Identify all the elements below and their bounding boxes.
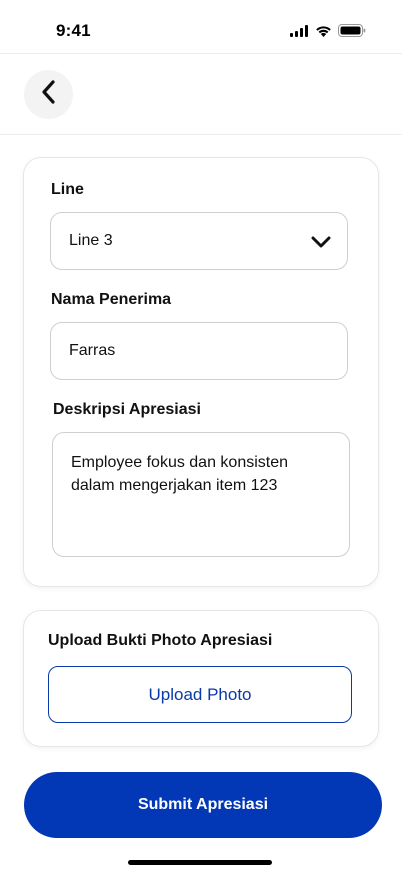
battery-icon: [338, 24, 366, 42]
status-icons: [290, 24, 366, 42]
recipient-input-value: Farras: [69, 342, 116, 359]
recipient-label: Nama Penerima: [51, 291, 172, 308]
home-indicator: [128, 860, 272, 865]
line-label: Line: [51, 181, 84, 198]
signal-icon: [290, 24, 309, 42]
back-button[interactable]: [24, 70, 73, 119]
upload-photo-button[interactable]: Upload Photo: [48, 666, 352, 723]
line-select-value: Line 3: [69, 232, 113, 249]
chevron-left-icon: [41, 79, 57, 110]
nav-bar: [0, 54, 402, 135]
line-select[interactable]: Line 3: [50, 212, 348, 270]
recipient-input[interactable]: Farras: [50, 322, 348, 380]
description-label: Deskripsi Apresiasi: [53, 401, 201, 418]
wifi-icon: [315, 24, 332, 42]
upload-card: Upload Bukti Photo Apresiasi Upload Phot…: [23, 610, 379, 747]
status-bar: 9:41: [0, 0, 402, 54]
status-time: 9:41: [56, 21, 91, 40]
upload-label: Upload Bukti Photo Apresiasi: [48, 632, 273, 649]
form-card: Line Line 3 Nama Penerima Farras Deskrip…: [23, 157, 379, 587]
description-textarea[interactable]: Employee fokus dan konsisten dalam menge…: [52, 432, 350, 557]
chevron-down-icon: [311, 235, 331, 253]
submit-button[interactable]: Submit Apresiasi: [24, 772, 382, 838]
